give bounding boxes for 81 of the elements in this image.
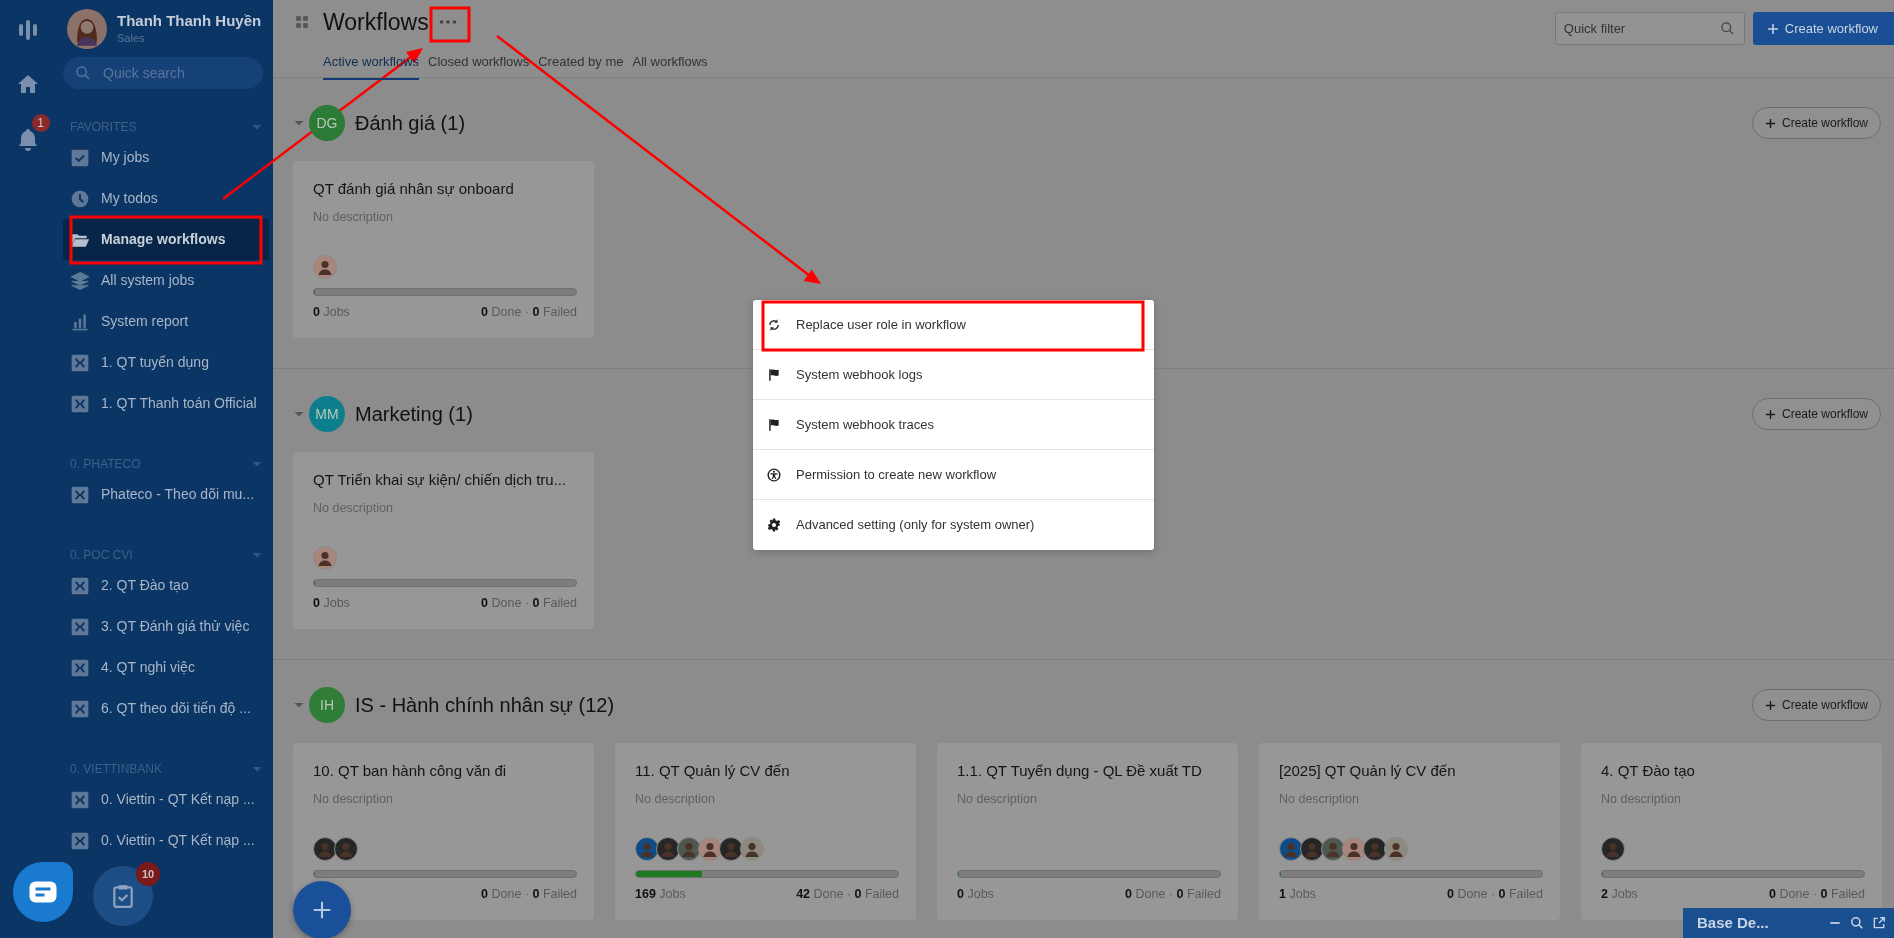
sidebar-item[interactable]: 6. QT theo dõi tiến độ ... <box>63 688 269 729</box>
workflow-title: 10. QT ban hành công văn đi <box>313 761 508 781</box>
job-results: 0 Done · 0 Failed <box>1447 886 1543 904</box>
notification-badge: 1 <box>31 114 50 132</box>
sidebar-item[interactable]: System report <box>63 301 269 342</box>
search-icon <box>1719 21 1735 36</box>
refresh-icon <box>767 317 781 332</box>
workflow-title: QT Triển khai sự kiện/ chiến dịch tru... <box>313 470 568 490</box>
sidebar-item[interactable]: My jobs <box>63 137 269 178</box>
menu-item[interactable]: Advanced setting (only for system owner) <box>753 500 1154 550</box>
create-workflow-button[interactable]: Create workflow <box>1752 12 1894 45</box>
tab[interactable]: Created by me <box>538 44 624 80</box>
plus-icon <box>1764 117 1776 129</box>
flag-icon <box>767 417 781 432</box>
jobs-count: 169 Jobs <box>635 886 686 904</box>
grid-icon[interactable] <box>295 15 309 29</box>
sidebar-item[interactable]: 1. QT tuyển dụng <box>63 342 269 383</box>
sidebar-item[interactable]: 3. QT Đánh giá thử việc <box>63 606 269 647</box>
workflow-title: 11. QT Quản lý CV đến <box>635 761 791 781</box>
jobs-count: 2 Jobs <box>1601 886 1638 904</box>
sidebar-item[interactable]: All system jobs <box>63 260 269 301</box>
search-icon <box>75 65 91 81</box>
job-results: 0 Done · 0 Failed <box>481 304 577 322</box>
create-workflow-button[interactable]: Create workflow <box>1751 107 1881 139</box>
flag-icon <box>767 367 781 382</box>
section-title: Đánh giá (1) <box>355 111 466 136</box>
group-avatar: DG <box>309 105 345 141</box>
sidebar-item[interactable]: 0. Viettin - QT Kết nạp ... <box>63 820 269 861</box>
search-icon[interactable] <box>1850 916 1864 930</box>
group-avatar: MM <box>309 396 345 432</box>
create-workflow-button[interactable]: Create workflow <box>1751 398 1881 430</box>
search-field[interactable]: Quick search <box>63 57 263 89</box>
menu-item[interactable]: System webhook traces <box>753 400 1154 450</box>
layers-icon <box>70 270 90 291</box>
avatar-icon[interactable] <box>67 9 107 49</box>
plus-icon <box>1766 22 1779 35</box>
accessibility-icon <box>767 467 781 482</box>
jobs-count: 1 Jobs <box>1279 886 1316 904</box>
chat-widget-bar[interactable]: Base De... <box>1683 908 1894 938</box>
jobs-count: 0 Jobs <box>313 304 350 322</box>
checkbox-icon <box>70 147 90 168</box>
section-title: Marketing (1) <box>355 402 473 427</box>
plus-icon <box>312 900 332 920</box>
workflow-title: 1.1. QT Tuyển dụng - QL Đề xuất TD <box>957 761 1203 781</box>
jobs-count: 0 Jobs <box>313 595 350 613</box>
job-results: 42 Done · 0 Failed <box>796 886 899 904</box>
menu-item[interactable]: Replace user role in workflow <box>753 300 1154 350</box>
gear-icon <box>767 518 781 532</box>
job-results: 0 Done · 0 Failed <box>481 595 577 613</box>
workflow-title: 4. QT Đào tạo <box>1601 761 1696 781</box>
clock-icon <box>70 188 90 209</box>
sidebar-item[interactable]: My todos <box>63 178 269 219</box>
sidebar-item[interactable]: 0. Viettin - QT Kết nạp ... <box>63 779 269 820</box>
menu-item[interactable]: Permission to create new workflow <box>753 450 1154 500</box>
sidebar-item[interactable]: 1. QT Thanh toán Official <box>63 383 269 424</box>
plus-icon <box>1764 699 1776 711</box>
page-title: Workflows <box>323 7 429 37</box>
external-link-icon[interactable] <box>1872 916 1886 930</box>
user-role: Sales <box>117 30 146 46</box>
jobs-count: 0 Jobs <box>957 886 994 904</box>
filter-field[interactable]: Quick filter <box>1554 12 1745 45</box>
clipboard-check-icon <box>110 883 136 909</box>
job-results: 0 Done · 0 Failed <box>1125 886 1221 904</box>
workflow-title: [2025] QT Quản lý CV đến <box>1279 761 1457 781</box>
add-button[interactable] <box>293 881 351 938</box>
menu-item[interactable]: System webhook logs <box>753 350 1154 400</box>
plus-icon <box>1764 408 1776 420</box>
user-name: Thanh Thanh Huyền <box>117 11 262 30</box>
create-workflow-button[interactable]: Create workflow <box>1751 689 1881 721</box>
tab[interactable]: Closed workflows <box>428 44 530 80</box>
sidebar-item[interactable]: 2. QT Đào tạo <box>63 565 269 606</box>
highlight-box <box>429 6 471 43</box>
tab[interactable]: All workflows <box>632 44 708 80</box>
sidebar-item[interactable]: 4. QT nghỉ việc <box>63 647 269 688</box>
section-title: IS - Hành chính nhân sự (12) <box>355 693 615 718</box>
group-avatar: IH <box>309 687 345 723</box>
job-results: 0 Done · 0 Failed <box>481 886 577 904</box>
workflow-title: QT đánh giá nhân sự onboard <box>313 179 515 199</box>
sidebar-item[interactable]: Manage workflows <box>63 219 269 260</box>
sidebar-item[interactable]: Phateco - Theo dõi mu... <box>63 474 269 515</box>
job-results: 0 Done · 0 Failed <box>1769 886 1865 904</box>
